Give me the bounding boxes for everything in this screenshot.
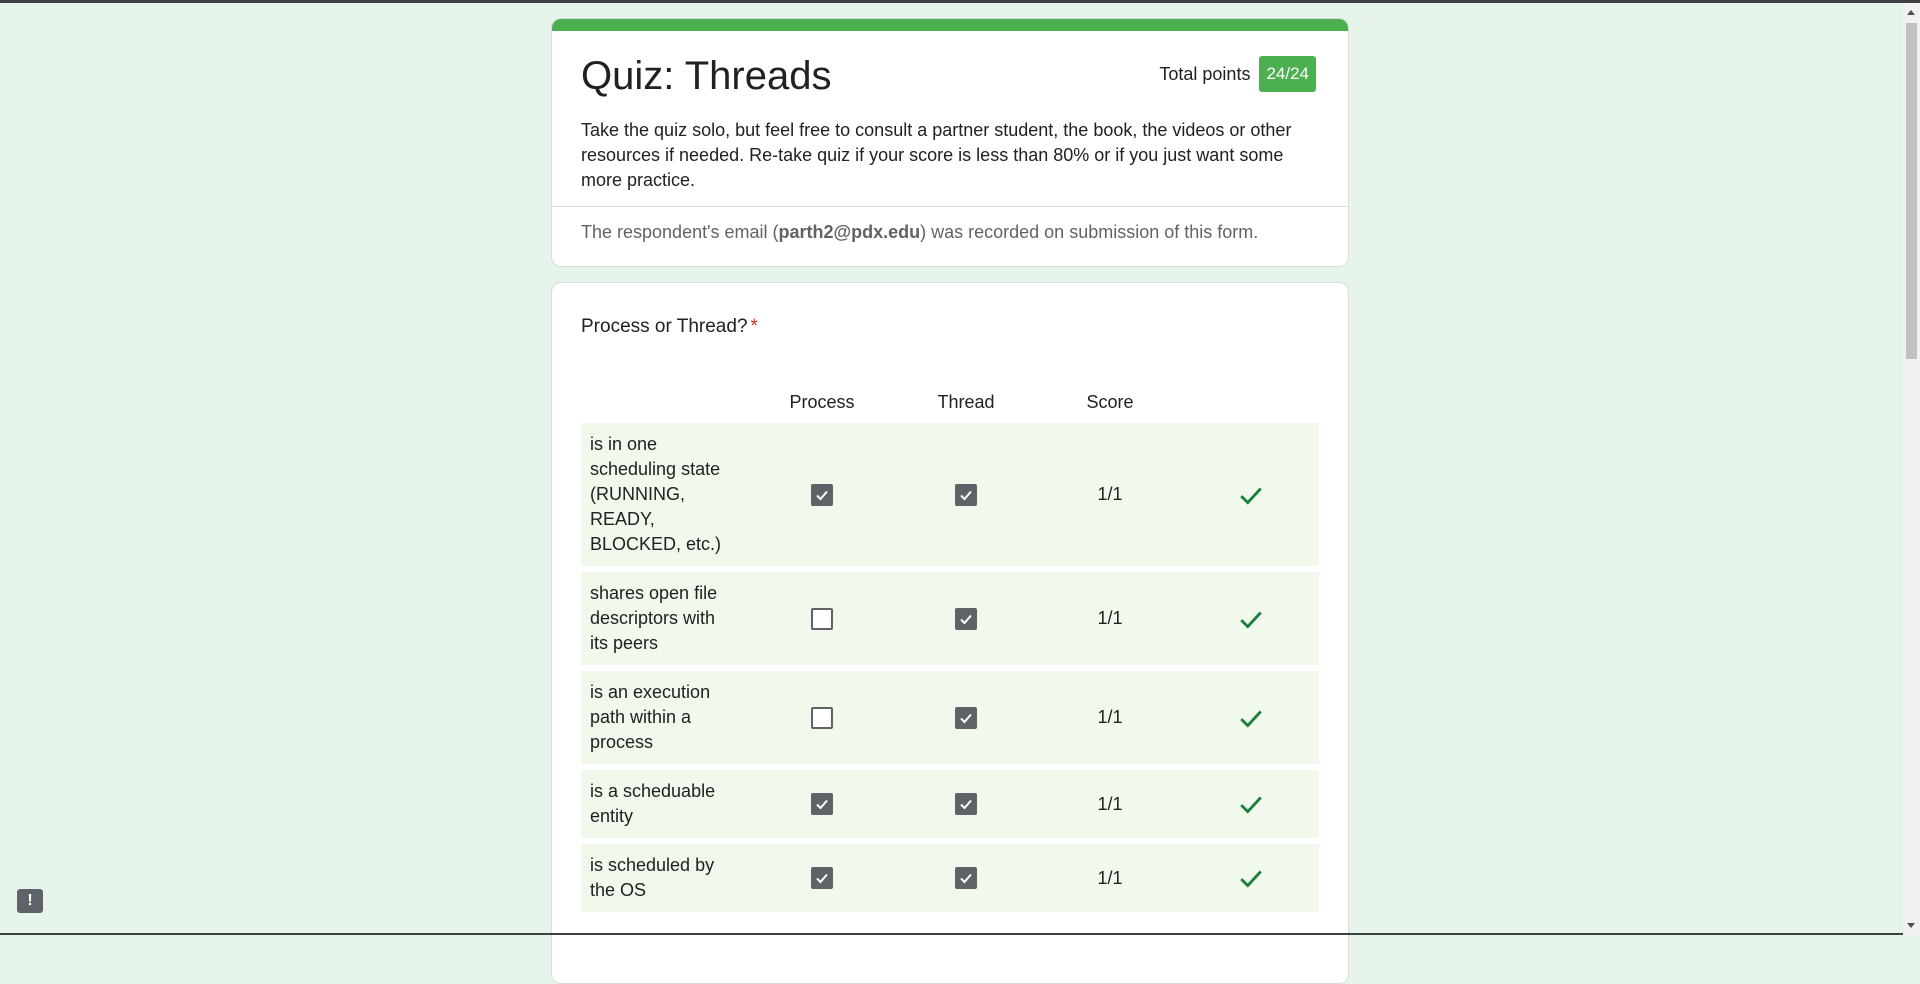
row-label: is in one scheduling state (RUNNING, REA… xyxy=(590,434,722,554)
row-label: shares open file descriptors with its pe… xyxy=(590,583,718,653)
check-icon xyxy=(1182,482,1319,508)
form-content: Quiz: Threads Total points 24/24 Take th… xyxy=(551,18,1349,984)
process-checkbox[interactable] xyxy=(811,793,833,815)
thread-checkbox[interactable] xyxy=(955,793,977,815)
quiz-description: Take the quiz solo, but feel free to con… xyxy=(581,120,1292,190)
row-label: is scheduled by the OS xyxy=(590,855,715,900)
report-feedback-icon[interactable]: ! xyxy=(17,889,43,913)
check-icon xyxy=(1182,606,1319,632)
thread-cell xyxy=(894,867,1038,889)
row-score: 1/1 xyxy=(1097,867,1123,888)
grid-row: is an execution path within a process 1/1 xyxy=(581,671,1319,764)
quiz-header-card: Quiz: Threads Total points 24/24 Take th… xyxy=(551,18,1349,267)
thread-checkbox[interactable] xyxy=(955,607,977,630)
question-title: Process or Thread? * xyxy=(581,316,758,338)
question-card: Process or Thread? * Process Thread Score… xyxy=(551,282,1349,984)
thread-checkbox[interactable] xyxy=(955,483,977,506)
thread-checkbox[interactable] xyxy=(955,706,977,729)
thread-cell xyxy=(894,793,1038,815)
email-note-suffix: ) was recorded on submission of this for… xyxy=(920,222,1259,242)
respondent-email-note: The respondent's email (parth2@pdx.edu) … xyxy=(581,222,1258,243)
required-asterisk: * xyxy=(750,316,758,337)
row-score: 1/1 xyxy=(1097,608,1123,628)
scrollbar-thumb[interactable] xyxy=(1906,23,1917,359)
email-note-prefix: The respondent's email ( xyxy=(581,222,779,242)
scroll-up-arrow[interactable] xyxy=(1907,10,1915,15)
thread-checkbox[interactable] xyxy=(955,867,977,889)
row-score: 1/1 xyxy=(1097,793,1123,814)
row-score: 1/1 xyxy=(1097,707,1123,727)
process-checkbox[interactable] xyxy=(811,867,833,889)
row-score: 1/1 xyxy=(1097,484,1123,504)
grid-rows: is in one scheduling state (RUNNING, REA… xyxy=(581,423,1319,912)
question-text: Process or Thread? xyxy=(581,316,748,337)
scroll-down-arrow[interactable] xyxy=(1907,923,1915,928)
thread-cell xyxy=(894,607,1038,630)
check-icon xyxy=(1182,705,1319,731)
process-cell xyxy=(750,793,894,815)
check-icon xyxy=(1182,791,1319,817)
row-label: is an execution path within a process xyxy=(590,682,711,752)
checkbox-grid: Process Thread Score is in one schedulin… xyxy=(581,381,1319,918)
grid-row: shares open file descriptors with its pe… xyxy=(581,572,1319,665)
process-checkbox[interactable] xyxy=(811,607,833,630)
grid-row: is a scheduable entity 1/1 xyxy=(581,770,1319,838)
process-cell xyxy=(750,706,894,729)
row-label: is a scheduable entity xyxy=(590,781,716,826)
header-divider xyxy=(552,206,1348,207)
column-header-score: Score xyxy=(1086,391,1134,412)
respondent-email: parth2@pdx.edu xyxy=(778,222,921,242)
grid-row: is scheduled by the OS 1/1 xyxy=(581,844,1319,912)
process-cell xyxy=(750,867,894,889)
total-points-label: Total points xyxy=(1159,63,1251,84)
check-icon xyxy=(1182,865,1319,891)
column-header-process: Process xyxy=(789,391,855,412)
grid-row: is in one scheduling state (RUNNING, REA… xyxy=(581,423,1319,566)
total-points: Total points 24/24 xyxy=(1159,56,1316,92)
quiz-title: Quiz: Threads xyxy=(581,54,832,98)
grid-header-row: Process Thread Score xyxy=(581,381,1319,423)
process-cell xyxy=(750,607,894,630)
page-scrollbar[interactable] xyxy=(1903,3,1920,935)
total-points-badge: 24/24 xyxy=(1259,56,1316,92)
process-checkbox[interactable] xyxy=(811,483,833,506)
column-header-thread: Thread xyxy=(937,391,995,412)
thread-cell xyxy=(894,706,1038,729)
window-top-border xyxy=(0,0,1920,3)
process-cell xyxy=(750,483,894,506)
theme-accent-bar xyxy=(552,19,1348,31)
process-checkbox[interactable] xyxy=(811,706,833,729)
thread-cell xyxy=(894,483,1038,506)
